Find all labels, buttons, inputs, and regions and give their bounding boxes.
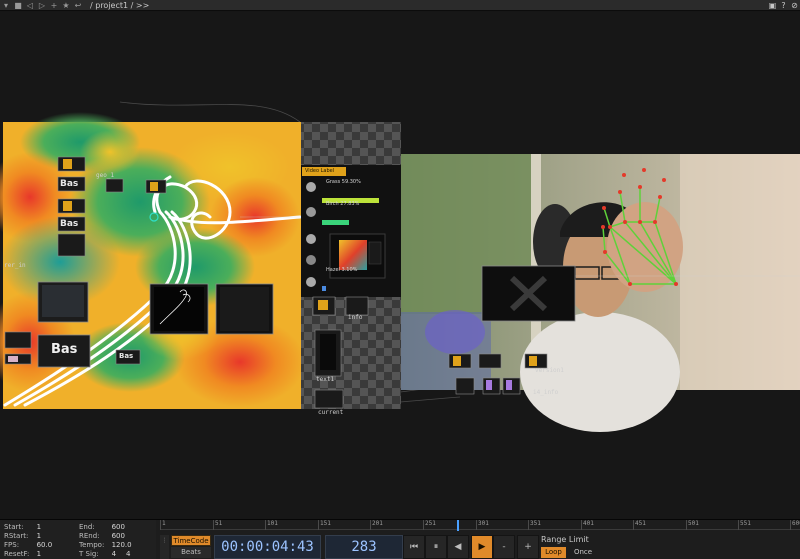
ruler-tick: 600 [790,520,800,530]
rewind-button[interactable]: ⏮ [403,535,425,559]
ruler-tick: 251 [423,520,436,530]
rstart-value[interactable]: 1 [37,532,79,541]
video-label-title: Video Label [302,167,346,176]
top-bar: ▾ ■ ◁ ▷ + ★ ↩ / project1 / >> ▣ ? ⊘ [0,0,800,11]
box-icon[interactable]: ▣ [767,0,778,11]
loop-button[interactable]: Loop [541,547,566,558]
stat-bar [322,220,349,225]
network-editor[interactable]: Bas Bas Bas Bas rer_in geo_1 text1 info … [0,12,800,519]
start-label: Start: [4,523,24,531]
step-back-button[interactable]: ◀ [447,535,469,559]
range-limit-label: Range Limit [541,535,589,544]
stat-label-hazel: Hazel 3.10% [326,267,358,273]
node-bas-2[interactable]: Bas [60,219,78,229]
end-label: End: [79,523,95,531]
start-value[interactable]: 1 [37,523,79,532]
timecode-display[interactable]: 00:00:04:43 [214,535,321,559]
node-label-info-right[interactable]: i4_info [533,389,558,396]
resetf-value[interactable]: 1 [37,550,79,559]
node-label-text1[interactable]: text1 [316,376,334,383]
frame-number-field[interactable]: 283 [325,535,403,559]
ruler-tick: 201 [370,520,383,530]
timeline-bar: Start: 1 End: 600 RStart: 1 REnd: 600 FP… [0,519,800,559]
stat-label-grass: Grass 59.30% [326,179,361,185]
once-button[interactable]: Once [569,547,597,558]
timeline-ruler[interactable]: 151101151201251301351401451501551600 [160,520,800,531]
help-icon[interactable]: ? [778,0,789,11]
ruler-tick: 401 [581,520,594,530]
ruler-tick: 101 [265,520,278,530]
ruler-tick: 301 [476,520,489,530]
playhead[interactable] [457,520,459,531]
step-plus-button[interactable]: + [517,535,539,559]
tsig-value[interactable]: 4 4 [112,550,154,559]
node-bas-1[interactable]: Bas [60,179,78,189]
node-bas-large[interactable]: Bas [51,342,77,357]
stat-bar [322,286,326,291]
ruler-tick: 501 [686,520,699,530]
tempo-value[interactable]: 120.0 [112,541,154,550]
rstart-label: RStart: [4,532,29,540]
return-icon[interactable]: ↩ [72,0,84,11]
resetf-label: ResetF: [4,550,30,558]
menu-arrow-icon[interactable]: ▾ [0,0,12,11]
star-icon[interactable]: ★ [60,0,72,11]
unlock-icon[interactable]: ⊘ [789,0,800,11]
play-button[interactable]: ▶ [471,535,493,559]
rend-label: REnd: [79,532,100,540]
stat-label-birch: Birch 27.83% [326,201,360,207]
top-bar-right-tools: ▣ ? ⊘ [767,0,800,11]
ruler-tick: 551 [738,520,751,530]
stop-icon[interactable]: ■ [12,0,24,11]
ruler-tick: 351 [528,520,541,530]
add-icon[interactable]: + [48,0,60,11]
network-path[interactable]: / project1 / >> [90,1,149,10]
fps-value[interactable]: 60.0 [37,541,79,550]
node-label-current[interactable]: current [318,409,343,416]
ruler-tick: 1 [160,520,166,530]
node-label-rer[interactable]: rer_in [4,262,26,269]
node-label-version[interactable]: version1 [535,367,564,374]
end-value[interactable]: 600 [112,523,154,532]
ruler-tick: 151 [318,520,331,530]
rend-value[interactable]: 600 [112,532,154,541]
tsig-value-b[interactable]: 4 [126,550,130,559]
timecode-toggle[interactable]: TimeCode [171,535,211,546]
fps-label: FPS: [4,541,20,549]
network-canvas [0,101,800,432]
node-label-info[interactable]: info [348,314,362,321]
step-minus-button[interactable]: - [493,535,515,559]
time-settings: Start: 1 End: 600 RStart: 1 REnd: 600 FP… [0,520,156,559]
tempo-label: Tempo: [79,541,105,549]
forward-icon[interactable]: ▷ [36,0,48,11]
ruler-tick: 451 [633,520,646,530]
node-bas-3[interactable]: Bas [119,352,133,360]
node-label-geo[interactable]: geo_1 [96,172,114,179]
back-icon[interactable]: ◁ [24,0,36,11]
timeline-mode-toggle[interactable]: ⋮ [160,535,169,559]
ruler-tick: 51 [213,520,222,530]
beats-toggle[interactable]: Beats [171,547,211,558]
tsig-value-a[interactable]: 4 [112,550,116,559]
tsig-label: T Sig: [79,550,99,558]
pause-button[interactable]: ⏸ [425,535,447,559]
